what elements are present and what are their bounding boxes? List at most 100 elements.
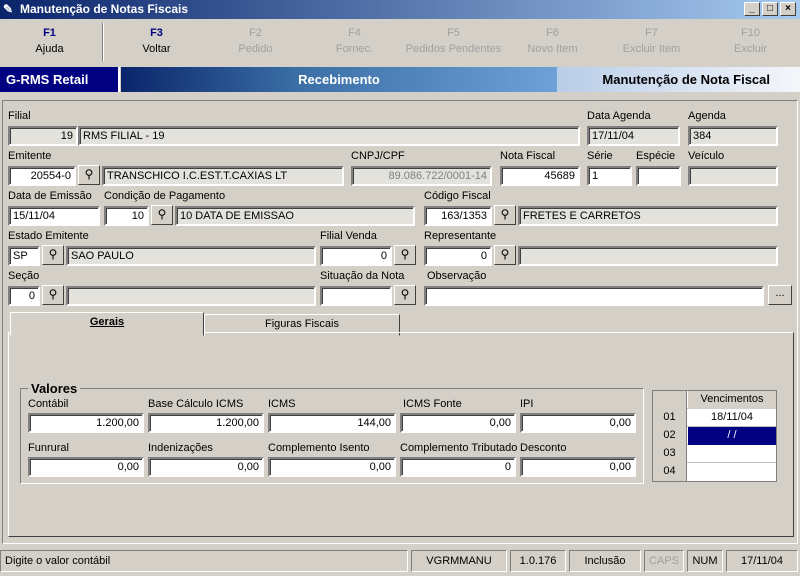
fkey-label: Voltar (142, 43, 171, 55)
indenizacoes-input[interactable]: 0,00 (148, 457, 264, 477)
contabil-input[interactable]: 1.200,00 (28, 413, 144, 433)
f10-excluir-button[interactable]: F10 Excluir (701, 19, 800, 66)
complemento-isento-input[interactable]: 0,00 (268, 457, 396, 477)
vencimento-row[interactable]: 02 / / (653, 427, 776, 445)
condicao-pagamento-label: Condição de Pagamento (104, 190, 226, 202)
icms-input[interactable]: 144,00 (268, 413, 396, 433)
observacao-input[interactable] (424, 286, 764, 306)
tab-gerais[interactable]: Gerais (10, 312, 204, 336)
estado-emitente-name-field: SAO PAULO (66, 246, 316, 266)
window-title-bar[interactable]: ✎ Manutenção de Notas Fiscais _ □ × (0, 0, 800, 19)
emitente-search-binoculars-icon[interactable]: ⚲ (78, 165, 100, 185)
representante-label: Representante (424, 230, 497, 242)
representante-name-field (518, 246, 778, 266)
indenizacoes-label: Indenizações (148, 442, 213, 454)
valores-group-title: Valores (28, 381, 81, 396)
data-emissao-input[interactable]: 15/11/04 (8, 206, 100, 226)
filial-name-field: RMS FILIAL - 19 (78, 126, 580, 146)
f4-fornecedor-button[interactable]: F4 Fornec. (305, 19, 404, 66)
app-icon: ✎ (3, 2, 14, 16)
f3-back-button[interactable]: F3 Voltar (107, 19, 206, 66)
status-user: VGRMMANU (411, 550, 507, 572)
nota-fiscal-label: Nota Fiscal (500, 150, 556, 162)
fkey-label: Pedido (238, 43, 273, 55)
module-banner: G-RMS Retail Recebimento Manutenção de N… (0, 67, 800, 92)
condicao-pagamento-code-input[interactable]: 10 (104, 206, 149, 226)
especie-label: Espécie (636, 150, 676, 162)
data-agenda-field: 17/11/04 (587, 126, 680, 146)
emitente-code-input[interactable]: 20554-0 (8, 166, 76, 186)
observacao-ellipsis-button[interactable]: ... (768, 285, 792, 305)
estado-emitente-binoculars-icon[interactable]: ⚲ (42, 245, 64, 265)
nota-fiscal-input[interactable]: 45689 (500, 166, 580, 186)
f6-novo-item-button[interactable]: F6 Novo Item (503, 19, 602, 66)
secao-name-field (66, 286, 316, 306)
desconto-label: Desconto (520, 442, 567, 454)
vencimento-row[interactable]: 01 18/11/04 (653, 409, 776, 427)
screen-name: Manutenção de Nota Fiscal (557, 67, 800, 92)
vencimento-date-cell-selected[interactable]: / / (688, 427, 776, 445)
serie-input[interactable]: 1 (587, 166, 632, 186)
filial-venda-binoculars-icon[interactable]: ⚲ (394, 245, 416, 265)
minimize-button[interactable]: _ (744, 2, 760, 16)
vencimento-date-cell[interactable] (688, 463, 776, 481)
secao-label: Seção (8, 270, 40, 282)
window-title: Manutenção de Notas Fiscais (20, 2, 189, 16)
situacao-nota-input[interactable] (320, 286, 392, 306)
vencimento-row-number: 01 (653, 409, 687, 427)
condicao-pagamento-binoculars-icon[interactable]: ⚲ (151, 205, 173, 225)
ipi-input[interactable]: 0,00 (520, 413, 636, 433)
secao-code-input[interactable]: 0 (8, 286, 40, 306)
agenda-field: 384 (688, 126, 778, 146)
representante-binoculars-icon[interactable]: ⚲ (494, 245, 516, 265)
codigo-fiscal-binoculars-icon[interactable]: ⚲ (494, 205, 516, 225)
representante-code-input[interactable]: 0 (424, 246, 492, 266)
vencimentos-header: Vencimentos (688, 391, 776, 409)
fkey-label: Ajuda (35, 43, 64, 55)
status-mode: Inclusão (569, 550, 641, 572)
secao-binoculars-icon[interactable]: ⚲ (42, 285, 64, 305)
f1-help-button[interactable]: F1 Ajuda (0, 19, 99, 66)
fkey-label: Fornec. (335, 43, 374, 55)
estado-emitente-label: Estado Emitente (8, 230, 89, 242)
f2-pedido-button[interactable]: F2 Pedido (206, 19, 305, 66)
icms-fonte-input[interactable]: 0,00 (400, 413, 516, 433)
fkey-code: F3 (150, 27, 163, 39)
status-date: 17/11/04 (726, 550, 798, 572)
filial-code-field: 19 (8, 126, 78, 146)
base-icms-input[interactable]: 1.200,00 (148, 413, 264, 433)
fkey-code: F4 (348, 27, 361, 39)
situacao-nota-binoculars-icon[interactable]: ⚲ (394, 285, 416, 305)
f7-excluir-item-button[interactable]: F7 Excluir Item (602, 19, 701, 66)
emitente-label: Emitente (8, 150, 52, 162)
vencimento-date-cell[interactable] (688, 445, 776, 463)
complemento-tributado-label: Complemento Tributado (400, 442, 518, 454)
fkey-code: F2 (249, 27, 262, 39)
codigo-fiscal-desc-field: FRETES E CARRETOS (518, 206, 778, 226)
filial-venda-input[interactable]: 0 (320, 246, 392, 266)
vencimentos-grid[interactable]: Vencimentos 01 18/11/04 02 / / 03 04 (652, 390, 777, 482)
complemento-tributado-input[interactable]: 0 (400, 457, 516, 477)
vencimento-date-cell[interactable]: 18/11/04 (688, 409, 776, 427)
maximize-button[interactable]: □ (762, 2, 778, 16)
situacao-nota-label: Situação da Nota (320, 270, 405, 282)
vencimento-row[interactable]: 04 (653, 463, 776, 481)
estado-emitente-code-input[interactable]: SP (8, 246, 40, 266)
cnpj-label: CNPJ/CPF (351, 150, 405, 162)
close-button[interactable]: × (780, 2, 796, 16)
fkey-label: Excluir Item (622, 43, 681, 55)
complemento-isento-label: Complemento Isento (268, 442, 370, 454)
vencimento-row[interactable]: 03 (653, 445, 776, 463)
funrural-label: Funrural (28, 442, 69, 454)
observacao-label: Observação (427, 270, 487, 282)
data-agenda-label: Data Agenda (587, 110, 651, 122)
codigo-fiscal-code-input[interactable]: 163/1353 (424, 206, 492, 226)
fkey-code: F6 (546, 27, 559, 39)
fkey-code: F1 (43, 27, 56, 39)
especie-input[interactable] (636, 166, 681, 186)
desconto-input[interactable]: 0,00 (520, 457, 636, 477)
funrural-input[interactable]: 0,00 (28, 457, 144, 477)
vencimento-row-number: 02 (653, 427, 687, 445)
codigo-fiscal-label: Código Fiscal (424, 190, 491, 202)
f5-pedidos-pendentes-button[interactable]: F5 Pedidos Pendentes (404, 19, 503, 66)
